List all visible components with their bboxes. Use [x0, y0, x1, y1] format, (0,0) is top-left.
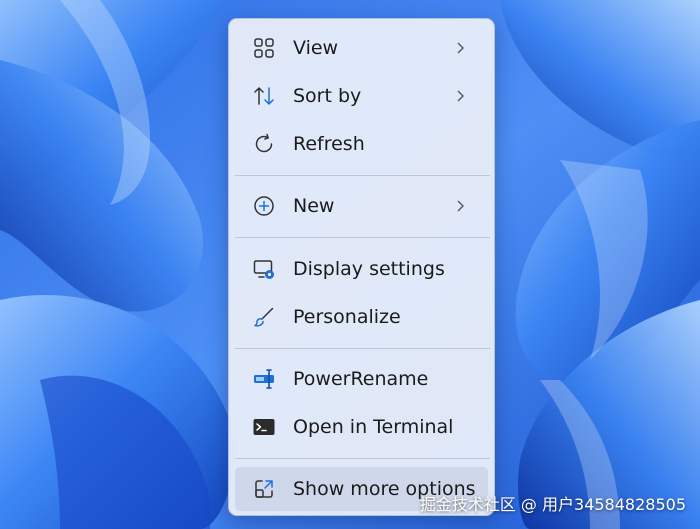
brush-icon: [252, 305, 276, 329]
plus-circle-icon: [252, 194, 276, 218]
menu-item-label: Personalize: [293, 306, 401, 328]
menu-item-open-in-terminal[interactable]: Open in Terminal: [235, 405, 488, 449]
menu-item-label: New: [293, 195, 335, 217]
menu-item-label: PowerRename: [293, 368, 429, 390]
menu-item-label: Sort by: [293, 85, 362, 107]
grid-view-icon: [252, 36, 276, 60]
menu-item-sort-by[interactable]: Sort by: [235, 74, 488, 118]
menu-item-powerrename[interactable]: PowerRename: [235, 357, 488, 401]
menu-item-personalize[interactable]: Personalize: [235, 295, 488, 339]
menu-separator: [235, 237, 490, 238]
desktop-context-menu: View Sort by Refresh New Display setting…: [228, 18, 495, 516]
chevron-right-icon: [452, 40, 468, 56]
menu-separator: [235, 175, 490, 176]
sort-icon: [252, 84, 276, 108]
menu-item-label: Refresh: [293, 133, 365, 155]
menu-item-view[interactable]: View: [235, 26, 488, 70]
menu-item-label: View: [293, 37, 339, 59]
terminal-icon: [252, 415, 276, 439]
watermark: 掘金技术社区 @ 用户34584828505: [419, 495, 686, 514]
chevron-right-icon: [452, 198, 468, 214]
menu-separator: [235, 348, 490, 349]
menu-item-new[interactable]: New: [235, 184, 488, 228]
refresh-icon: [252, 132, 276, 156]
menu-item-refresh[interactable]: Refresh: [235, 122, 488, 166]
menu-item-label: Display settings: [293, 258, 445, 280]
menu-separator: [235, 458, 490, 459]
powerrename-icon: [252, 367, 276, 391]
display-settings-icon: [252, 257, 276, 281]
external-link-icon: [252, 477, 276, 501]
menu-item-display-settings[interactable]: Display settings: [235, 247, 488, 291]
menu-item-label: Open in Terminal: [293, 416, 454, 438]
chevron-right-icon: [452, 88, 468, 104]
